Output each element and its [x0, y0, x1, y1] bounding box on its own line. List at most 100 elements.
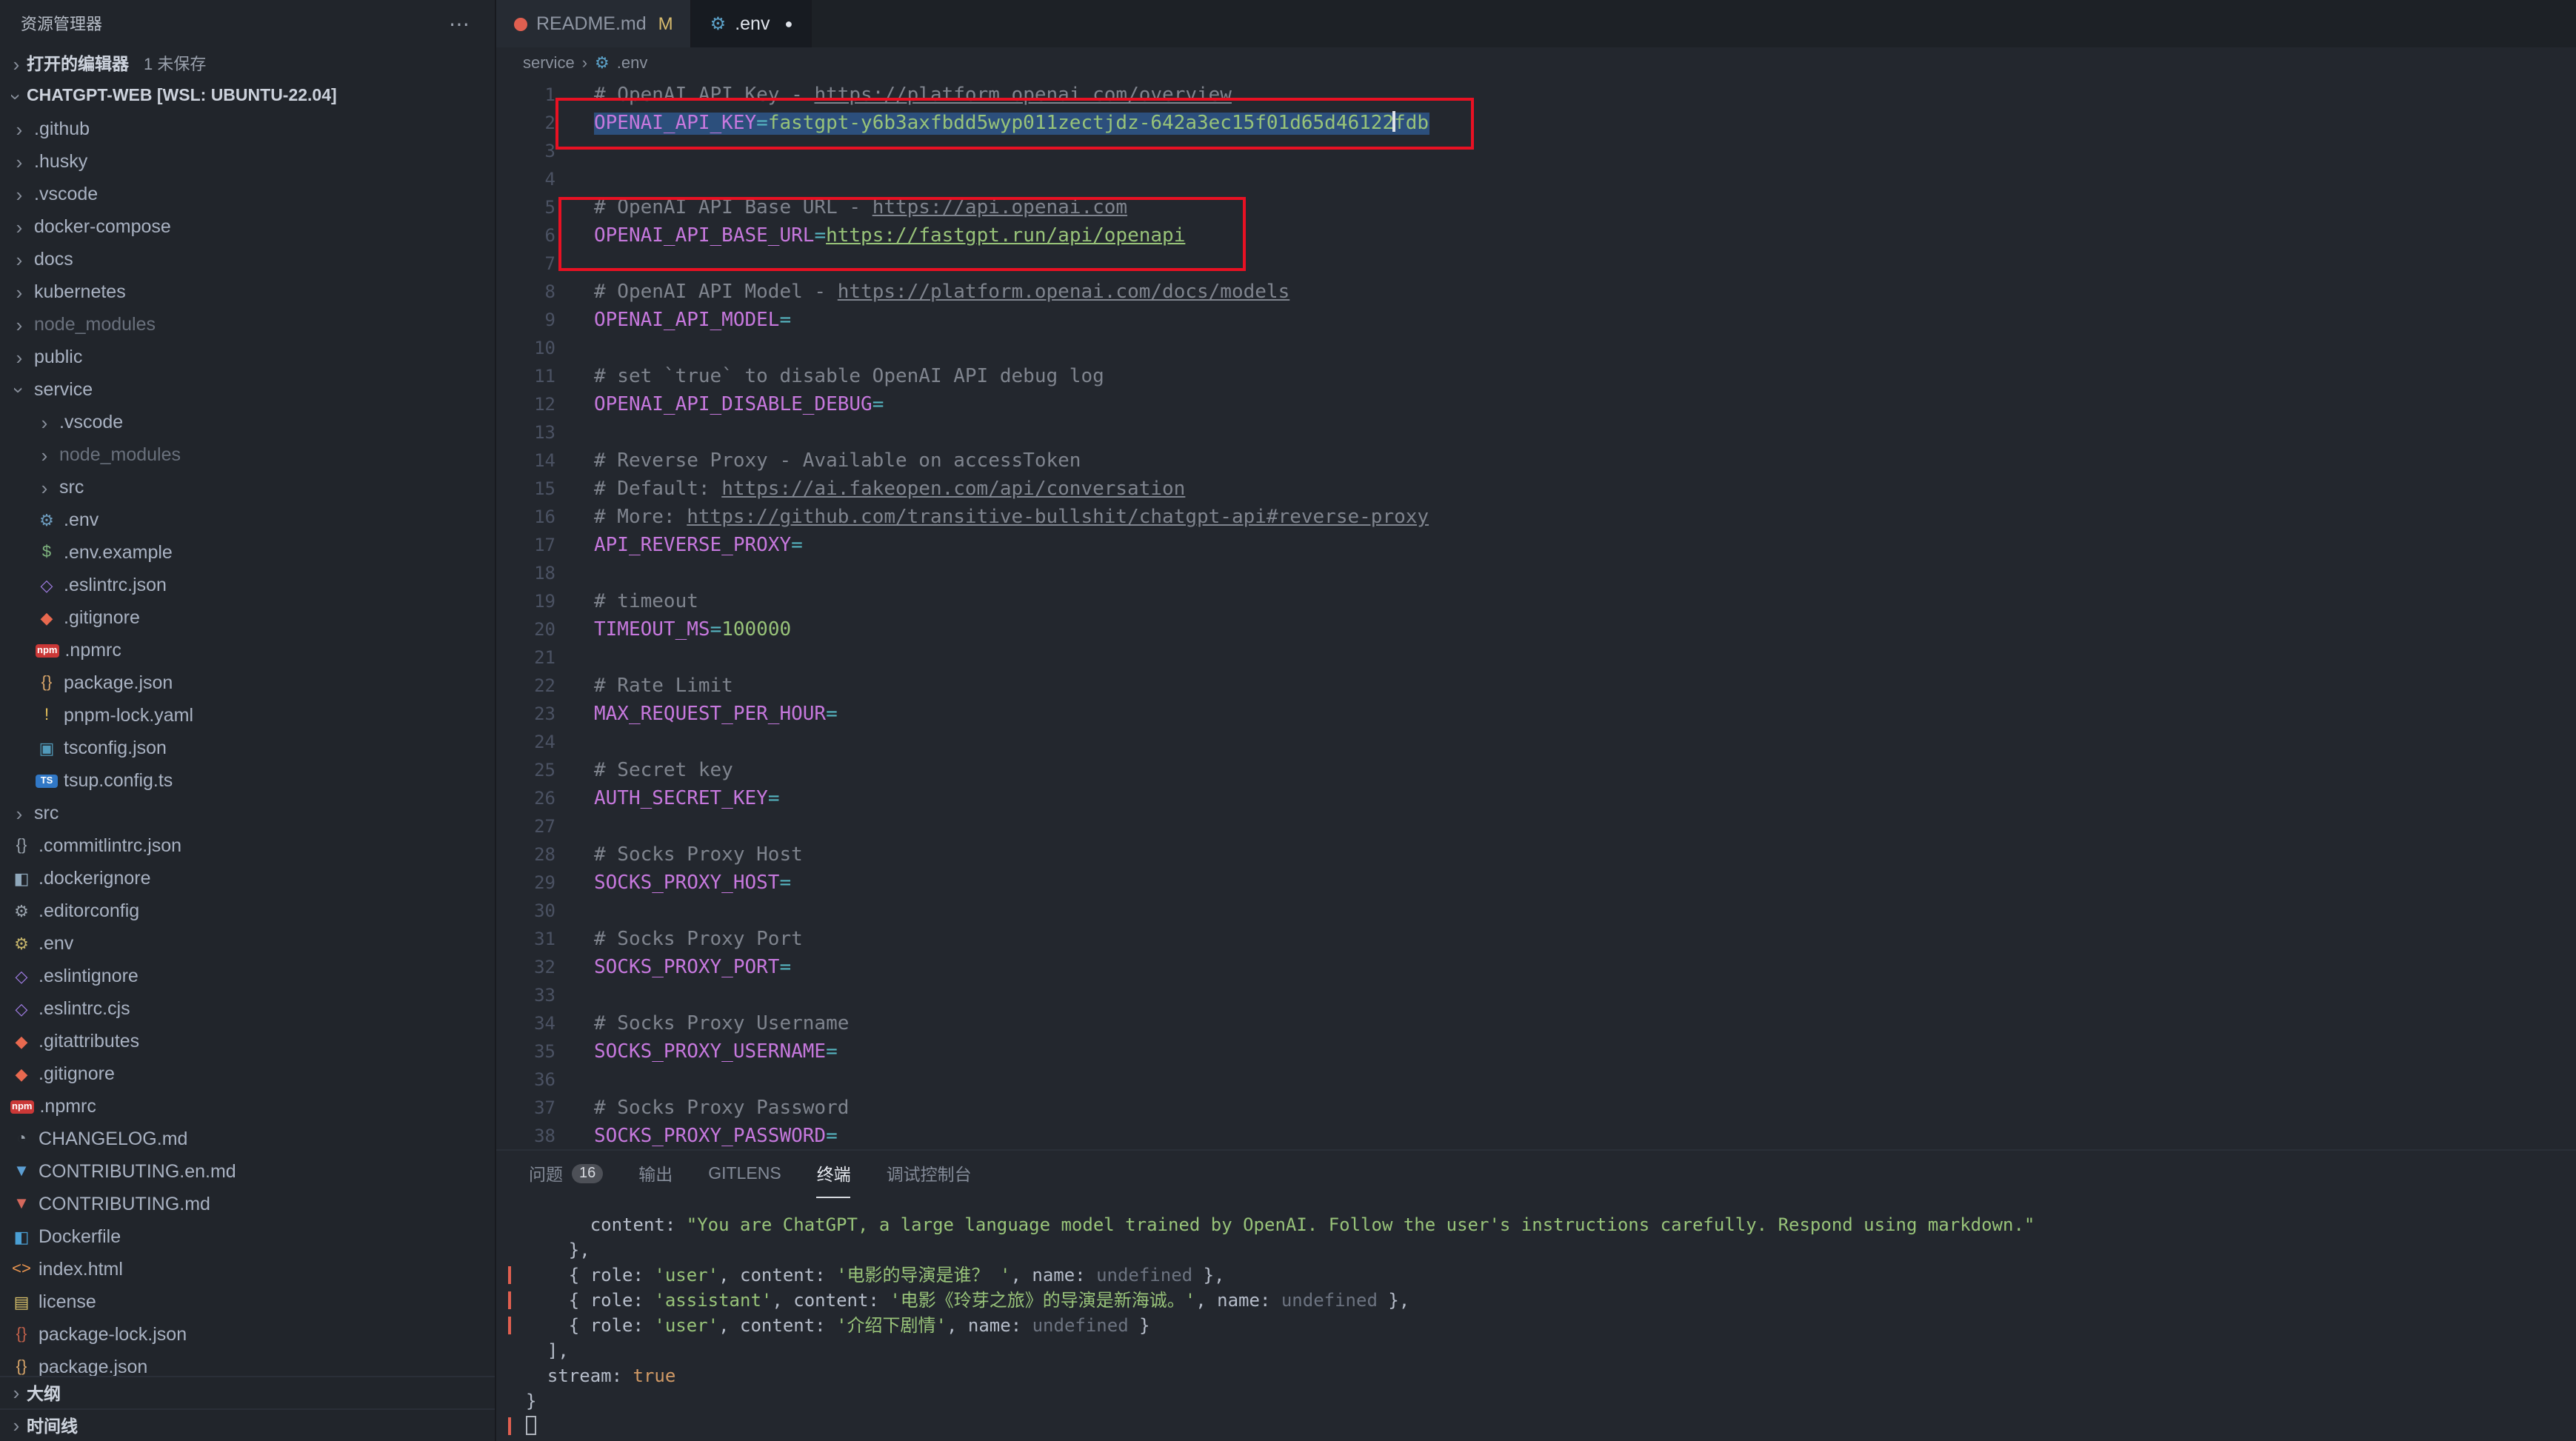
tree-file-.gitignore[interactable]: ◆.gitignore: [0, 1057, 495, 1090]
tree-folder-src[interactable]: ›src: [0, 471, 495, 504]
code-line-5[interactable]: 5# OpenAI API Base URL - https://api.ope…: [496, 194, 2576, 222]
code-line-21[interactable]: 21: [496, 644, 2576, 672]
panel-tab-output[interactable]: 输出: [638, 1151, 673, 1198]
code-line-12[interactable]: 12OPENAI_API_DISABLE_DEBUG=: [496, 391, 2576, 419]
tree-file-tsup.config.ts[interactable]: TStsup.config.ts: [0, 764, 495, 797]
code-line-20[interactable]: 20TIMEOUT_MS=100000: [496, 616, 2576, 644]
code-line-22[interactable]: 22# Rate Limit: [496, 672, 2576, 701]
tree-file-pnpm-lock.yaml[interactable]: !pnpm-lock.yaml: [0, 699, 495, 732]
tab-env[interactable]: ⚙ .env ●: [693, 0, 812, 47]
tree-file-.env[interactable]: ⚙.env: [0, 504, 495, 536]
more-actions-icon[interactable]: ⋯: [449, 11, 471, 36]
tree-file-package-lock.json[interactable]: {}package-lock.json: [0, 1318, 495, 1351]
code-line-16[interactable]: 16# More: https://github.com/transitive-…: [496, 504, 2576, 532]
code-line-37[interactable]: 37# Socks Proxy Password: [496, 1094, 2576, 1123]
panel-tab-problems[interactable]: 问题 16: [529, 1151, 603, 1198]
tree-file-tsconfig.json[interactable]: ▣tsconfig.json: [0, 732, 495, 764]
tree-file-CONTRIBUTING.md[interactable]: ▼CONTRIBUTING.md: [0, 1188, 495, 1220]
code-line-18[interactable]: 18: [496, 560, 2576, 588]
tab-readme-md[interactable]: README.md M: [496, 0, 693, 47]
code-line-27[interactable]: 27: [496, 813, 2576, 841]
tree-folder-src[interactable]: ›src: [0, 797, 495, 829]
code-line-7[interactable]: 7: [496, 250, 2576, 278]
tree-file-.eslintrc.json[interactable]: ◇.eslintrc.json: [0, 569, 495, 601]
tree-item-label: src: [59, 477, 84, 498]
outline-section[interactable]: › 大纲: [0, 1376, 495, 1408]
tree-file-index.html[interactable]: <>index.html: [0, 1253, 495, 1285]
code-line-26[interactable]: 26AUTH_SECRET_KEY=: [496, 785, 2576, 813]
tree-file-.eslintignore[interactable]: ◇.eslintignore: [0, 960, 495, 992]
tree-folder-service[interactable]: ›service: [0, 373, 495, 406]
workspace-section[interactable]: › CHATGPT-WEB [WSL: UBUNTU-22.04]: [0, 80, 495, 113]
line-number: 23: [496, 701, 555, 729]
tree-file-.env[interactable]: ⚙.env: [0, 927, 495, 960]
code-line-28[interactable]: 28# Socks Proxy Host: [496, 841, 2576, 869]
tree-file-CHANGELOG.md[interactable]: ◔CHANGELOG.md: [0, 1123, 495, 1155]
code-line-29[interactable]: 29SOCKS_PROXY_HOST=: [496, 869, 2576, 897]
code-line-33[interactable]: 33: [496, 982, 2576, 1010]
code-line-11[interactable]: 11# set `true` to disable OpenAI API deb…: [496, 363, 2576, 391]
tree-folder-kubernetes[interactable]: ›kubernetes: [0, 275, 495, 308]
code-line-24[interactable]: 24: [496, 729, 2576, 757]
tree-item-label: .commitlintrc.json: [39, 835, 181, 856]
open-editors-section[interactable]: › 打开的编辑器 1 未保存: [0, 47, 495, 80]
tree-file-CONTRIBUTING.en.md[interactable]: ▼CONTRIBUTING.en.md: [0, 1155, 495, 1188]
tree-file-.npmrc[interactable]: npm.npmrc: [0, 634, 495, 666]
tree-file-.commitlintrc.json[interactable]: {}.commitlintrc.json: [0, 829, 495, 862]
code-editor[interactable]: 1# OpenAI API Key - https://platform.ope…: [496, 78, 2576, 1149]
code-line-14[interactable]: 14# Reverse Proxy - Available on accessT…: [496, 447, 2576, 475]
breadcrumb-folder[interactable]: service: [523, 54, 575, 72]
code-line-10[interactable]: 10: [496, 335, 2576, 363]
tree-item-label: .eslintignore: [39, 966, 139, 986]
code-line-34[interactable]: 34# Socks Proxy Username: [496, 1010, 2576, 1038]
tree-file-.gitignore[interactable]: ◆.gitignore: [0, 601, 495, 634]
code-line-30[interactable]: 30: [496, 897, 2576, 926]
tree-file-.editorconfig[interactable]: ⚙.editorconfig: [0, 895, 495, 927]
panel-tab-gitlens[interactable]: GITLENS: [708, 1151, 781, 1198]
code-line-9[interactable]: 9OPENAI_API_MODEL=: [496, 307, 2576, 335]
tree-file-.dockerignore[interactable]: ◧.dockerignore: [0, 862, 495, 895]
tree-file-Dockerfile[interactable]: ◧Dockerfile: [0, 1220, 495, 1253]
tree-file-.gitattributes[interactable]: ◆.gitattributes: [0, 1025, 495, 1057]
tree-file-package.json[interactable]: {}package.json: [0, 666, 495, 699]
code-line-6[interactable]: 6OPENAI_API_BASE_URL=https://fastgpt.run…: [496, 222, 2576, 250]
code-line-36[interactable]: 36: [496, 1066, 2576, 1094]
code-line-8[interactable]: 8# OpenAI API Model - https://platform.o…: [496, 278, 2576, 307]
code-line-31[interactable]: 31# Socks Proxy Port: [496, 926, 2576, 954]
tree-file-.eslintrc.cjs[interactable]: ◇.eslintrc.cjs: [0, 992, 495, 1025]
code-line-3[interactable]: 3: [496, 138, 2576, 166]
breadcrumb-separator-icon: ›: [582, 54, 587, 72]
tree-folder-.vscode[interactable]: ›.vscode: [0, 178, 495, 210]
code-line-13[interactable]: 13: [496, 419, 2576, 447]
tree-folder-.husky[interactable]: ›.husky: [0, 145, 495, 178]
tree-folder-docker-compose[interactable]: ›docker-compose: [0, 210, 495, 243]
code-line-19[interactable]: 19# timeout: [496, 588, 2576, 616]
tree-folder-.vscode[interactable]: ›.vscode: [0, 406, 495, 438]
tree-folder-docs[interactable]: ›docs: [0, 243, 495, 275]
code-line-4[interactable]: 4: [496, 166, 2576, 194]
tree-file-.npmrc[interactable]: npm.npmrc: [0, 1090, 495, 1123]
code-line-32[interactable]: 32SOCKS_PROXY_PORT=: [496, 954, 2576, 982]
code-line-23[interactable]: 23MAX_REQUEST_PER_HOUR=: [496, 701, 2576, 729]
tree-file-.env.example[interactable]: $.env.example: [0, 536, 495, 569]
code-line-1[interactable]: 1# OpenAI API Key - https://platform.ope…: [496, 81, 2576, 110]
tree-file-license[interactable]: ▤license: [0, 1285, 495, 1318]
line-number: 2: [496, 110, 555, 138]
tree-file-package.json[interactable]: {}package.json: [0, 1351, 495, 1376]
code-line-2[interactable]: 2OPENAI_API_KEY=fastgpt-y6b3axfbdd5wyp01…: [496, 110, 2576, 138]
code-line-38[interactable]: 38SOCKS_PROXY_PASSWORD=: [496, 1123, 2576, 1149]
panel-tab-debug-console[interactable]: 调试控制台: [887, 1151, 972, 1198]
code-line-35[interactable]: 35SOCKS_PROXY_USERNAME=: [496, 1038, 2576, 1066]
tree-folder-.github[interactable]: ›.github: [0, 113, 495, 145]
panel-tab-terminal[interactable]: 终端: [817, 1151, 851, 1198]
tree-folder-node_modules[interactable]: ›node_modules: [0, 438, 495, 471]
terminal-output[interactable]: content: "You are ChatGPT, a large langu…: [496, 1198, 2576, 1441]
terminal-line: { role: 'user', content: '介绍下剧情', name: …: [526, 1314, 2576, 1339]
code-line-17[interactable]: 17API_REVERSE_PROXY=: [496, 532, 2576, 560]
tree-folder-node_modules[interactable]: ›node_modules: [0, 308, 495, 341]
breadcrumb-file[interactable]: .env: [617, 54, 648, 72]
code-line-25[interactable]: 25# Secret key: [496, 757, 2576, 785]
tree-folder-public[interactable]: ›public: [0, 341, 495, 373]
code-line-15[interactable]: 15# Default: https://ai.fakeopen.com/api…: [496, 475, 2576, 504]
timeline-section[interactable]: › 时间线: [0, 1408, 495, 1441]
